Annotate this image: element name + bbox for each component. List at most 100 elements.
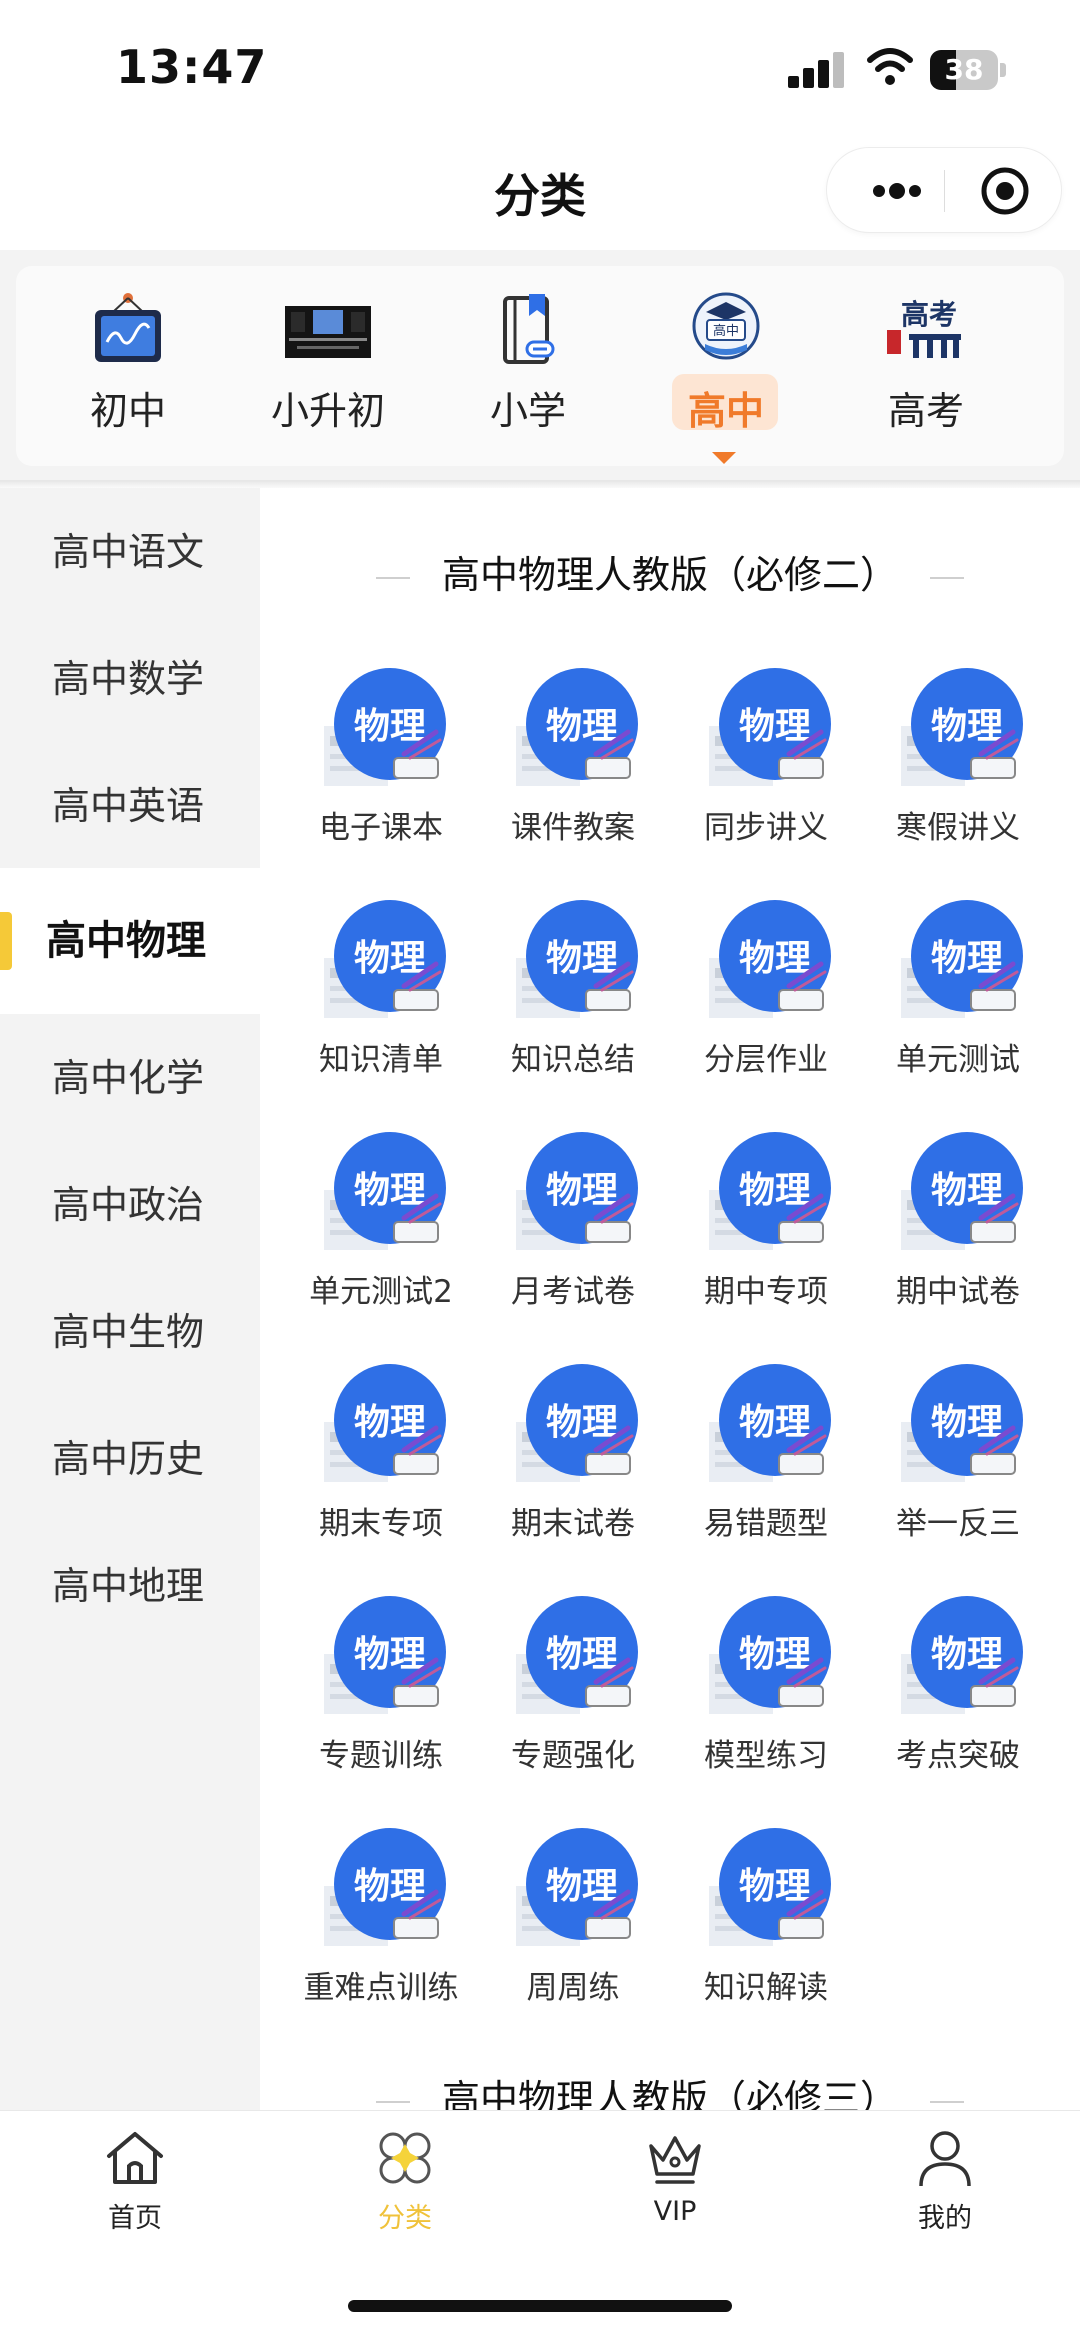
resource-item[interactable]: 物理 同步讲义 (671, 666, 861, 866)
physics-book-icon: 物理 (516, 900, 638, 1018)
resource-item[interactable]: 物理知识解读 (671, 1826, 861, 2026)
active-level-caret (712, 452, 736, 464)
tab-home[interactable]: 首页 (0, 2112, 270, 2234)
icon-text: 物理 (739, 938, 811, 979)
sidebar-item-label: 高中物理 (46, 918, 206, 964)
level-label: 高中 (687, 389, 764, 433)
resource-label: 单元测试 (896, 1042, 1020, 1078)
banner-photo-icon (285, 306, 371, 358)
tab-mine[interactable]: 我的 (810, 2112, 1080, 2234)
resource-item[interactable]: 物理 电子课本 (286, 666, 476, 866)
physics-book-icon: 物理 (516, 1364, 638, 1482)
icon-text: 物理 (546, 706, 618, 747)
icon-text: 物理 (546, 1402, 618, 1443)
resource-item[interactable]: 物理 单元测试2 (286, 1130, 476, 1330)
active-indicator (0, 912, 12, 970)
section-title-text: 高中物理人教版（必修三） (441, 2077, 898, 2110)
bookmark-book-icon (503, 294, 555, 364)
physics-book-icon: 物理 (709, 1364, 831, 1482)
physics-book-icon: 物理 (324, 1132, 446, 1250)
tab-label: 我的 (918, 2203, 972, 2234)
physics-book-icon: 物理 (709, 668, 831, 786)
level-tab-primary-to-junior[interactable]: 小升初 (248, 290, 408, 460)
physics-book-icon: 物理 (901, 1596, 1023, 1714)
physics-book-icon: 物理 (324, 1596, 446, 1714)
section-title: 高中物理人教版（必修二） (260, 544, 1080, 599)
physics-book-icon: 物理 (709, 900, 831, 1018)
physics-book-icon: 物理 (324, 1828, 446, 1946)
sidebar-item-math[interactable]: 高中数学 (0, 615, 260, 743)
category-icon (379, 2132, 431, 2184)
resource-item[interactable]: 物理 举一反三 (863, 1362, 1053, 1562)
icon-text: 物理 (546, 1634, 618, 1675)
tablet-chart-icon (95, 293, 161, 362)
subject-sidebar: 高中语文 高中数学 高中英语 高中物理 高中化学 高中政治 高中生物 高中历史 … (0, 488, 260, 2110)
icon-text: 物理 (931, 1634, 1003, 1675)
sidebar-item-english[interactable]: 高中英语 (0, 742, 260, 870)
resource-item[interactable]: 物理 专题训练 (286, 1594, 476, 1794)
crown-icon (649, 2136, 701, 2184)
battery-percent: 38 (944, 53, 984, 86)
resource-label: 寒假讲义 (896, 810, 1020, 846)
sidebar-item-politics[interactable]: 高中政治 (0, 1141, 260, 1269)
resource-item[interactable]: 物理期中试卷 (863, 1130, 1053, 1330)
home-icon (107, 2132, 163, 2184)
resource-item[interactable]: 物理 知识总结 (478, 898, 668, 1098)
level-label: 初中 (89, 389, 166, 433)
sidebar-item-chemistry[interactable]: 高中化学 (0, 1014, 260, 1142)
status-time: 13:47 (116, 40, 268, 94)
physics-book-icon: 物理 (324, 900, 446, 1018)
level-label: 小学 (489, 389, 566, 433)
sidebar-item-physics[interactable]: 高中物理 (0, 868, 260, 1014)
level-tab-primary[interactable]: 小学 (448, 290, 608, 460)
badge-text: 高中 (713, 323, 739, 339)
physics-book-icon: 物理 (901, 668, 1023, 786)
resource-item[interactable]: 物理 知识清单 (286, 898, 476, 1098)
level-tab-junior-high[interactable]: 初中 (48, 290, 208, 460)
resource-label: 期中试卷 (896, 1274, 1020, 1310)
close-mini-program-icon[interactable] (963, 148, 1047, 234)
resource-item[interactable]: 物理 期中专项 (671, 1130, 861, 1330)
resource-item[interactable]: 物理 课件教案 (478, 666, 668, 866)
icon-text: 物理 (739, 1866, 811, 1907)
resource-item[interactable]: 物理 周周练 (478, 1826, 668, 2026)
resource-item[interactable]: 物理 分层作业 (671, 898, 861, 1098)
home-indicator (348, 2300, 732, 2312)
status-bar: 13:47 38 (0, 0, 1080, 140)
resource-item[interactable]: 物理 模型练习 (671, 1594, 861, 1794)
level-tab-senior-high[interactable]: 高中 高中 (646, 290, 806, 460)
tab-label: 首页 (108, 2203, 162, 2234)
icon-text: 物理 (931, 1170, 1003, 1211)
physics-book-icon: 物理 (324, 668, 446, 786)
icon-text: 物理 (354, 938, 426, 979)
gaokao-building-icon: 高考 (887, 298, 961, 358)
more-dots-icon[interactable] (855, 148, 939, 234)
resource-item[interactable]: 物理单元测试 (863, 898, 1053, 1098)
resource-item[interactable]: 物理 重难点训练 (286, 1826, 476, 2026)
resource-item[interactable]: 物理 月考试卷 (478, 1130, 668, 1330)
sidebar-item-history[interactable]: 高中历史 (0, 1395, 260, 1523)
tab-vip[interactable]: VIP (540, 2112, 810, 2232)
sidebar-item-geography[interactable]: 高中地理 (0, 1522, 260, 1650)
icon-text: 物理 (931, 1402, 1003, 1443)
icon-text: 物理 (546, 1866, 618, 1907)
battery-icon: 38 (930, 50, 1006, 90)
resource-item[interactable]: 物理寒假讲义 (863, 666, 1053, 866)
resource-item[interactable]: 物理 期末试卷 (478, 1362, 668, 1562)
tab-category[interactable]: 分类 (270, 2112, 540, 2234)
gaokao-char-1: 高考 (901, 298, 957, 331)
icon-text: 物理 (931, 938, 1003, 979)
physics-book-icon: 物理 (324, 1364, 446, 1482)
resource-label: 知识解读 (704, 1970, 828, 2006)
resource-item[interactable]: 物理 易错题型 (671, 1362, 861, 1562)
cellular-signal-icon (788, 52, 844, 88)
resource-item[interactable]: 物理 考点突破 (863, 1594, 1053, 1794)
level-label: 高考 (887, 389, 964, 433)
level-tab-gaokao[interactable]: 高考 高考 (846, 290, 1006, 460)
resource-item[interactable]: 物理 期末专项 (286, 1362, 476, 1562)
sidebar-item-biology[interactable]: 高中生物 (0, 1268, 260, 1396)
physics-book-icon: 物理 (901, 1132, 1023, 1250)
wifi-icon (867, 48, 913, 85)
sidebar-item-chinese[interactable]: 高中语文 (0, 488, 260, 616)
resource-item[interactable]: 物理 专题强化 (478, 1594, 668, 1794)
